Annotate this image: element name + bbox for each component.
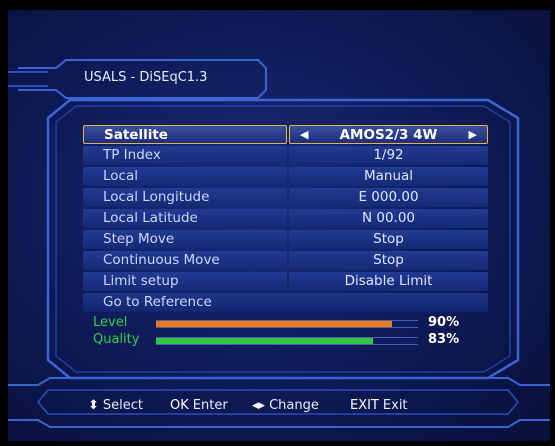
menu-row-limit-setup[interactable]: Limit setup Disable Limit bbox=[83, 272, 488, 291]
level-percent: 90% bbox=[428, 315, 460, 330]
osd-screen: USALS - DiSEqC1.3 Satellite ◀ AMOS2/3 4W… bbox=[8, 10, 550, 441]
footer-exit-hint: EXIT Exit bbox=[350, 396, 408, 416]
footer-change-hint: ◂▸ Change bbox=[252, 396, 319, 416]
menu-row-local[interactable]: Local Manual bbox=[83, 167, 488, 186]
quality-bar-fill bbox=[156, 338, 374, 344]
up-down-icon: ⬍ bbox=[88, 398, 99, 413]
footer-select-label: Select bbox=[102, 398, 144, 413]
footer-ok-key: OK bbox=[170, 398, 189, 413]
menu-label-local-latitude: Local Latitude bbox=[83, 209, 287, 228]
footer-ok-hint: OK Enter bbox=[170, 396, 228, 416]
menu-row-local-longitude[interactable]: Local Longitude E 000.00 bbox=[83, 188, 488, 207]
arrow-right-icon[interactable]: ▶ bbox=[469, 126, 477, 143]
menu-value-tp-index: 1/92 bbox=[289, 146, 488, 165]
menu-value-local: Manual bbox=[289, 167, 488, 186]
quality-bar bbox=[156, 337, 418, 345]
quality-label: Quality bbox=[93, 332, 140, 347]
footer-exit-label: Exit bbox=[382, 398, 408, 413]
menu-label-go-to-reference: Go to Reference bbox=[83, 293, 488, 312]
menu-row-satellite[interactable]: Satellite ◀ AMOS2/3 4W ▶ bbox=[83, 125, 488, 144]
settings-menu: Satellite ◀ AMOS2/3 4W ▶ TP Index 1/92 L… bbox=[83, 125, 488, 325]
footer-exit-key: EXIT bbox=[350, 398, 379, 413]
menu-value-satellite: AMOS2/3 4W bbox=[339, 127, 438, 143]
menu-label-step-move: Step Move bbox=[83, 230, 287, 249]
menu-label-local-longitude: Local Longitude bbox=[83, 188, 287, 207]
menu-row-tp-index[interactable]: TP Index 1/92 bbox=[83, 146, 488, 165]
menu-label-tp-index: TP Index bbox=[83, 146, 287, 165]
footer-ok-label: Enter bbox=[192, 398, 228, 413]
menu-row-local-latitude[interactable]: Local Latitude N 00.00 bbox=[83, 209, 488, 228]
menu-value-step-move: Stop bbox=[289, 230, 488, 249]
menu-label-continuous-move: Continuous Move bbox=[83, 251, 287, 270]
menu-label-limit-setup: Limit setup bbox=[83, 272, 287, 291]
window-title: USALS - DiSEqC1.3 bbox=[84, 70, 208, 85]
menu-label-satellite: Satellite bbox=[83, 125, 287, 144]
arrow-left-icon[interactable]: ◀ bbox=[300, 126, 308, 143]
quality-percent: 83% bbox=[428, 332, 460, 347]
menu-row-continuous-move[interactable]: Continuous Move Stop bbox=[83, 251, 488, 270]
menu-value-continuous-move: Stop bbox=[289, 251, 488, 270]
menu-label-local: Local bbox=[83, 167, 287, 186]
menu-value-local-longitude: E 000.00 bbox=[289, 188, 488, 207]
footer-change-label: Change bbox=[269, 398, 319, 413]
left-right-icon: ◂▸ bbox=[252, 398, 266, 413]
level-bar bbox=[156, 320, 418, 328]
level-bar-fill bbox=[156, 321, 392, 327]
footer-select-hint: ⬍ Select bbox=[88, 396, 143, 416]
menu-row-go-to-reference[interactable]: Go to Reference bbox=[83, 293, 488, 312]
menu-value-local-latitude: N 00.00 bbox=[289, 209, 488, 228]
menu-value-limit-setup: Disable Limit bbox=[289, 272, 488, 291]
level-label: Level bbox=[93, 315, 128, 330]
satellite-selector[interactable]: ◀ AMOS2/3 4W ▶ bbox=[289, 125, 488, 144]
menu-row-step-move[interactable]: Step Move Stop bbox=[83, 230, 488, 249]
